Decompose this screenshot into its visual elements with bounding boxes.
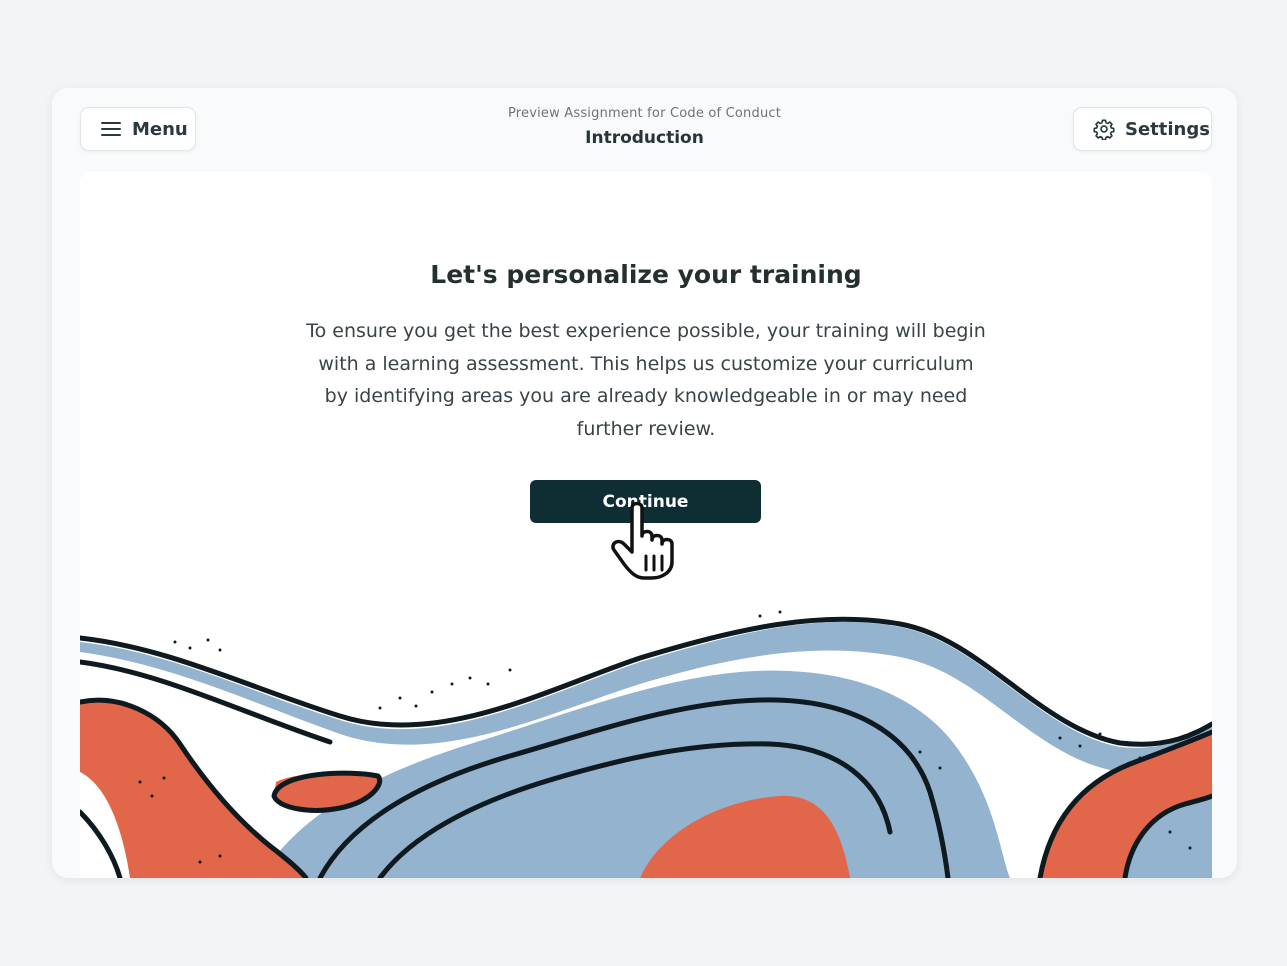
assignment-subtitle: Preview Assignment for Code of Conduct [507, 106, 782, 121]
page-header: Preview Assignment for Code of Conduct I… [52, 106, 1237, 148]
app-window: Menu Preview Assignment for Code of Cond… [52, 88, 1237, 878]
settings-button[interactable]: Settings [1073, 107, 1212, 151]
content-card: Let's personalize your training To ensur… [80, 172, 1212, 878]
page-title: Introduction [585, 128, 704, 148]
hand-pointer-cursor-icon [611, 501, 674, 580]
content-title: Let's personalize your training [430, 260, 862, 289]
settings-label: Settings [1125, 118, 1210, 140]
gear-icon [1093, 118, 1115, 140]
content-description: To ensure you get the best experience po… [306, 320, 986, 440]
